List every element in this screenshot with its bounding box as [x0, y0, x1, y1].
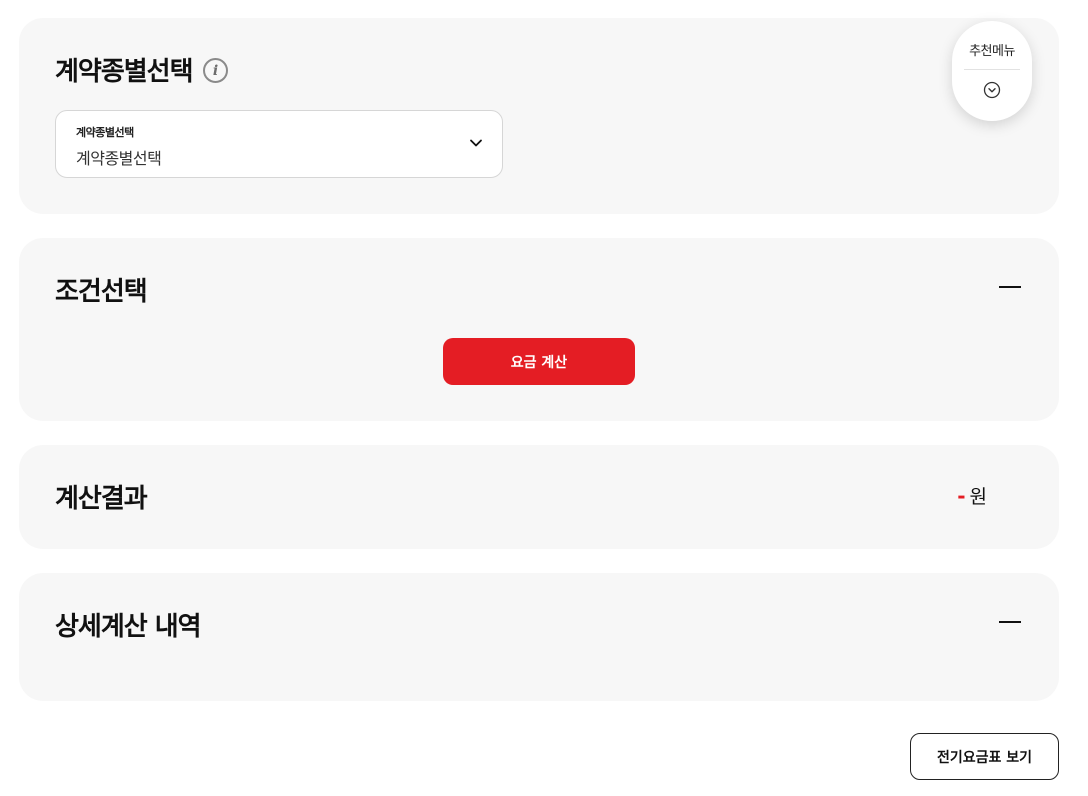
contract-type-select-value: 계약종별선택 [76, 149, 162, 168]
detail-title: 상세계산 내역 [55, 612, 202, 642]
calculate-fee-button[interactable]: 요금 계산 [443, 338, 635, 385]
view-tariff-table-button[interactable]: 전기요금표 보기 [910, 733, 1059, 780]
result-amount-unit: 원 [969, 486, 987, 508]
contract-type-select[interactable]: 계약종별선택 계약종별선택 [55, 110, 503, 178]
minus-icon [999, 621, 1021, 623]
contract-type-card: 계약종별선택 i 계약종별선택 계약종별선택 [19, 18, 1059, 214]
chevron-down-circle-icon [983, 81, 1001, 99]
recommended-menu-button[interactable]: 추천메뉴 [952, 21, 1032, 121]
detail-card: 상세계산 내역 [19, 573, 1059, 701]
recommended-menu-divider [964, 69, 1020, 70]
result-card: 계산결과 - 원 [19, 445, 1059, 549]
condition-card: 조건선택 요금 계산 [19, 238, 1059, 421]
chevron-down-icon [470, 139, 482, 147]
condition-collapse-button[interactable] [999, 276, 1021, 298]
detail-collapse-button[interactable] [999, 611, 1021, 633]
contract-type-title: 계약종별선택 [55, 57, 194, 87]
minus-icon [999, 286, 1021, 288]
condition-title: 조건선택 [55, 277, 148, 307]
result-title: 계산결과 [55, 484, 148, 514]
recommended-menu-label: 추천메뉴 [969, 44, 1015, 59]
result-amount: - 원 [957, 482, 987, 509]
info-icon[interactable]: i [203, 58, 228, 83]
contract-type-select-label: 계약종별선택 [76, 126, 134, 139]
result-amount-value: - [957, 483, 966, 508]
